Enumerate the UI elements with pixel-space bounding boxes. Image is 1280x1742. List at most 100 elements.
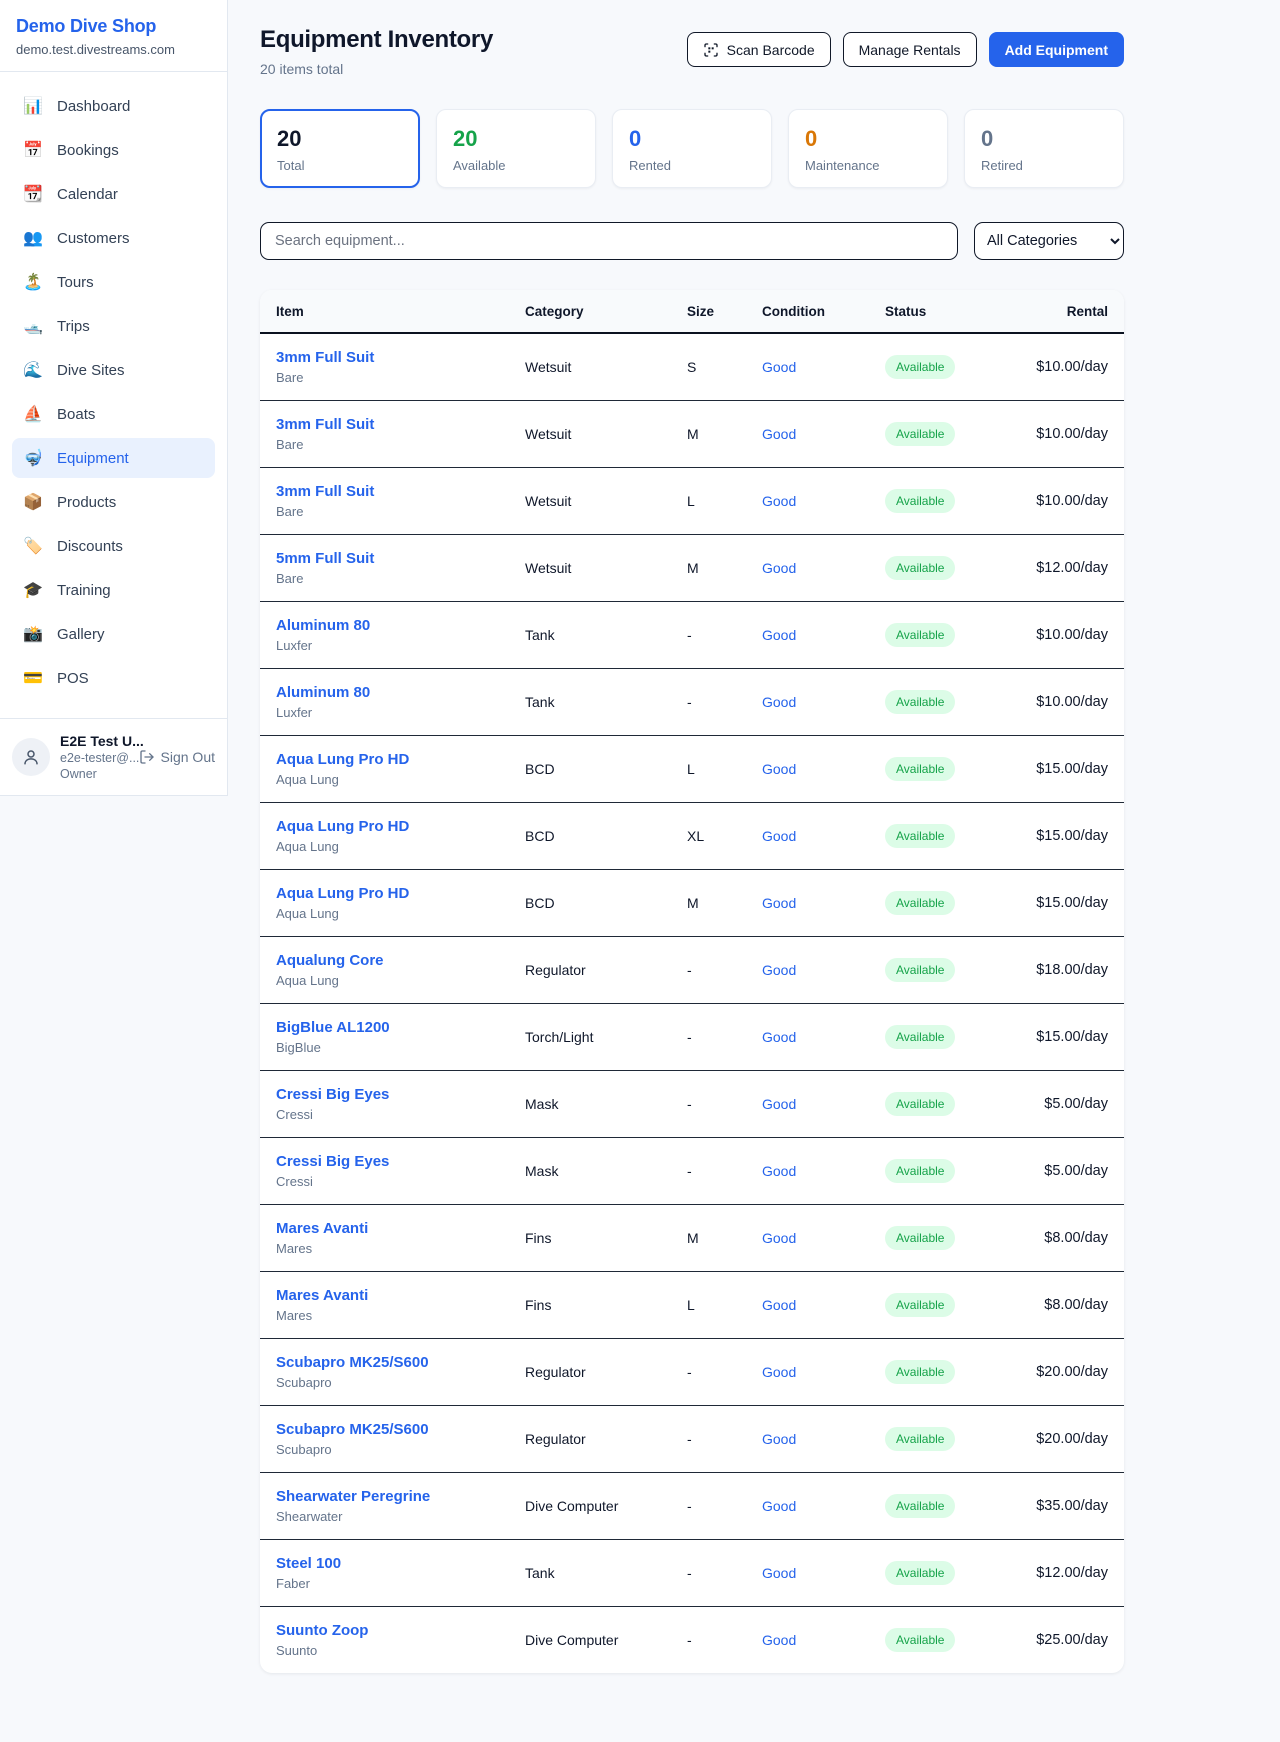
condition-link[interactable]: Good: [762, 426, 885, 442]
sidebar-item-trips[interactable]: 🛥️ Trips: [12, 306, 215, 346]
stat-label-available: Available: [453, 158, 579, 173]
item-name-link[interactable]: Mares Avanti: [276, 1220, 525, 1237]
table-row: Steel 100 Faber Tank - Good Available $1…: [260, 1540, 1124, 1607]
item-name-link[interactable]: Aqua Lung Pro HD: [276, 751, 525, 768]
rental-cell: $5.00/day: [1025, 1163, 1108, 1179]
condition-link[interactable]: Good: [762, 895, 885, 911]
item-name-link[interactable]: Steel 100: [276, 1555, 525, 1572]
sidebar-item-bookings[interactable]: 📅 Bookings: [12, 130, 215, 170]
table-row: Aluminum 80 Luxfer Tank - Good Available…: [260, 669, 1124, 736]
status-badge: Available: [885, 1092, 955, 1116]
sidebar-item-label: Training: [57, 582, 111, 599]
item-name-link[interactable]: Scubapro MK25/S600: [276, 1354, 525, 1371]
item-brand: Aqua Lung: [276, 973, 525, 988]
condition-link[interactable]: Good: [762, 1029, 885, 1045]
condition-link[interactable]: Good: [762, 694, 885, 710]
sidebar-item-customers[interactable]: 👥 Customers: [12, 218, 215, 258]
rental-cell: $8.00/day: [1025, 1297, 1108, 1313]
sidebar-item-training[interactable]: 🎓 Training: [12, 570, 215, 610]
sidebar-item-discounts[interactable]: 🏷️ Discounts: [12, 526, 215, 566]
condition-link[interactable]: Good: [762, 1297, 885, 1313]
condition-link[interactable]: Good: [762, 627, 885, 643]
item-name-link[interactable]: Suunto Zoop: [276, 1622, 525, 1639]
item-name-link[interactable]: Aqua Lung Pro HD: [276, 885, 525, 902]
item-name-link[interactable]: BigBlue AL1200: [276, 1019, 525, 1036]
stat-card-retired[interactable]: 0 Retired: [964, 109, 1124, 188]
item-cell: Aluminum 80 Luxfer: [276, 617, 525, 653]
stat-card-total[interactable]: 20 Total: [260, 109, 420, 188]
item-name-link[interactable]: Mares Avanti: [276, 1287, 525, 1304]
add-equipment-button[interactable]: Add Equipment: [989, 32, 1124, 67]
item-name-link[interactable]: Cressi Big Eyes: [276, 1153, 525, 1170]
sidebar-item-label: Dashboard: [57, 98, 130, 115]
sidebar-item-gallery[interactable]: 📸 Gallery: [12, 614, 215, 654]
sidebar-item-label: Boats: [57, 406, 95, 423]
sidebar-item-dashboard[interactable]: 📊 Dashboard: [12, 86, 215, 126]
item-brand: Bare: [276, 571, 525, 586]
condition-link[interactable]: Good: [762, 1364, 885, 1380]
sidebar-item-equipment[interactable]: 🤿 Equipment: [12, 438, 215, 478]
item-cell: Cressi Big Eyes Cressi: [276, 1086, 525, 1122]
item-name-link[interactable]: 3mm Full Suit: [276, 349, 525, 366]
status-badge: Available: [885, 1561, 955, 1585]
avatar: [12, 738, 50, 776]
condition-link[interactable]: Good: [762, 1565, 885, 1581]
sidebar-item-pos[interactable]: 💳 POS: [12, 658, 215, 698]
manage-rentals-button[interactable]: Manage Rentals: [843, 32, 977, 67]
manage-rentals-label: Manage Rentals: [859, 42, 961, 58]
item-name-link[interactable]: Shearwater Peregrine: [276, 1488, 525, 1505]
scan-barcode-button[interactable]: Scan Barcode: [687, 32, 831, 67]
item-name-link[interactable]: Aqualung Core: [276, 952, 525, 969]
condition-link[interactable]: Good: [762, 1230, 885, 1246]
sidebar-item-calendar[interactable]: 📆 Calendar: [12, 174, 215, 214]
status-cell: Available: [885, 489, 1025, 513]
table-row: Mares Avanti Mares Fins L Good Available…: [260, 1272, 1124, 1339]
item-cell: 3mm Full Suit Bare: [276, 483, 525, 519]
column-header-rental: Rental: [1025, 304, 1108, 319]
user-email: e2e-tester@...: [60, 751, 129, 765]
item-name-link[interactable]: 5mm Full Suit: [276, 550, 525, 567]
add-equipment-label: Add Equipment: [1005, 42, 1108, 58]
sidebar-item-products[interactable]: 📦 Products: [12, 482, 215, 522]
condition-link[interactable]: Good: [762, 828, 885, 844]
condition-link[interactable]: Good: [762, 1096, 885, 1112]
sidebar-item-boats[interactable]: ⛵ Boats: [12, 394, 215, 434]
graduation-cap-icon: 🎓: [22, 580, 44, 600]
sidebar-item-tours[interactable]: 🏝️ Tours: [12, 262, 215, 302]
item-name-link[interactable]: 3mm Full Suit: [276, 483, 525, 500]
status-badge: Available: [885, 623, 955, 647]
table-row: 3mm Full Suit Bare Wetsuit L Good Availa…: [260, 468, 1124, 535]
condition-link[interactable]: Good: [762, 359, 885, 375]
size-cell: M: [687, 426, 762, 442]
condition-link[interactable]: Good: [762, 1431, 885, 1447]
table-row: Cressi Big Eyes Cressi Mask - Good Avail…: [260, 1071, 1124, 1138]
item-brand: Bare: [276, 370, 525, 385]
stat-card-rented[interactable]: 0 Rented: [612, 109, 772, 188]
condition-link[interactable]: Good: [762, 560, 885, 576]
rental-cell: $8.00/day: [1025, 1230, 1108, 1246]
item-name-link[interactable]: Aqua Lung Pro HD: [276, 818, 525, 835]
category-filter-select[interactable]: All Categories: [974, 222, 1124, 260]
item-name-link[interactable]: Aluminum 80: [276, 617, 525, 634]
item-name-link[interactable]: Scubapro MK25/S600: [276, 1421, 525, 1438]
stat-card-maintenance[interactable]: 0 Maintenance: [788, 109, 948, 188]
condition-link[interactable]: Good: [762, 962, 885, 978]
item-name-link[interactable]: Cressi Big Eyes: [276, 1086, 525, 1103]
item-name-link[interactable]: 3mm Full Suit: [276, 416, 525, 433]
condition-link[interactable]: Good: [762, 493, 885, 509]
search-input[interactable]: [260, 222, 958, 260]
category-cell: Wetsuit: [525, 560, 687, 576]
stat-card-available[interactable]: 20 Available: [436, 109, 596, 188]
condition-link[interactable]: Good: [762, 1498, 885, 1514]
condition-link[interactable]: Good: [762, 1632, 885, 1648]
status-cell: Available: [885, 1561, 1025, 1585]
status-cell: Available: [885, 757, 1025, 781]
condition-link[interactable]: Good: [762, 761, 885, 777]
condition-link[interactable]: Good: [762, 1163, 885, 1179]
sign-out-button[interactable]: Sign Out: [139, 749, 215, 765]
size-cell: -: [687, 1163, 762, 1179]
brand-name[interactable]: Demo Dive Shop: [16, 16, 211, 37]
sidebar: Demo Dive Shop demo.test.divestreams.com…: [0, 0, 228, 796]
sidebar-item-dive-sites[interactable]: 🌊 Dive Sites: [12, 350, 215, 390]
item-name-link[interactable]: Aluminum 80: [276, 684, 525, 701]
